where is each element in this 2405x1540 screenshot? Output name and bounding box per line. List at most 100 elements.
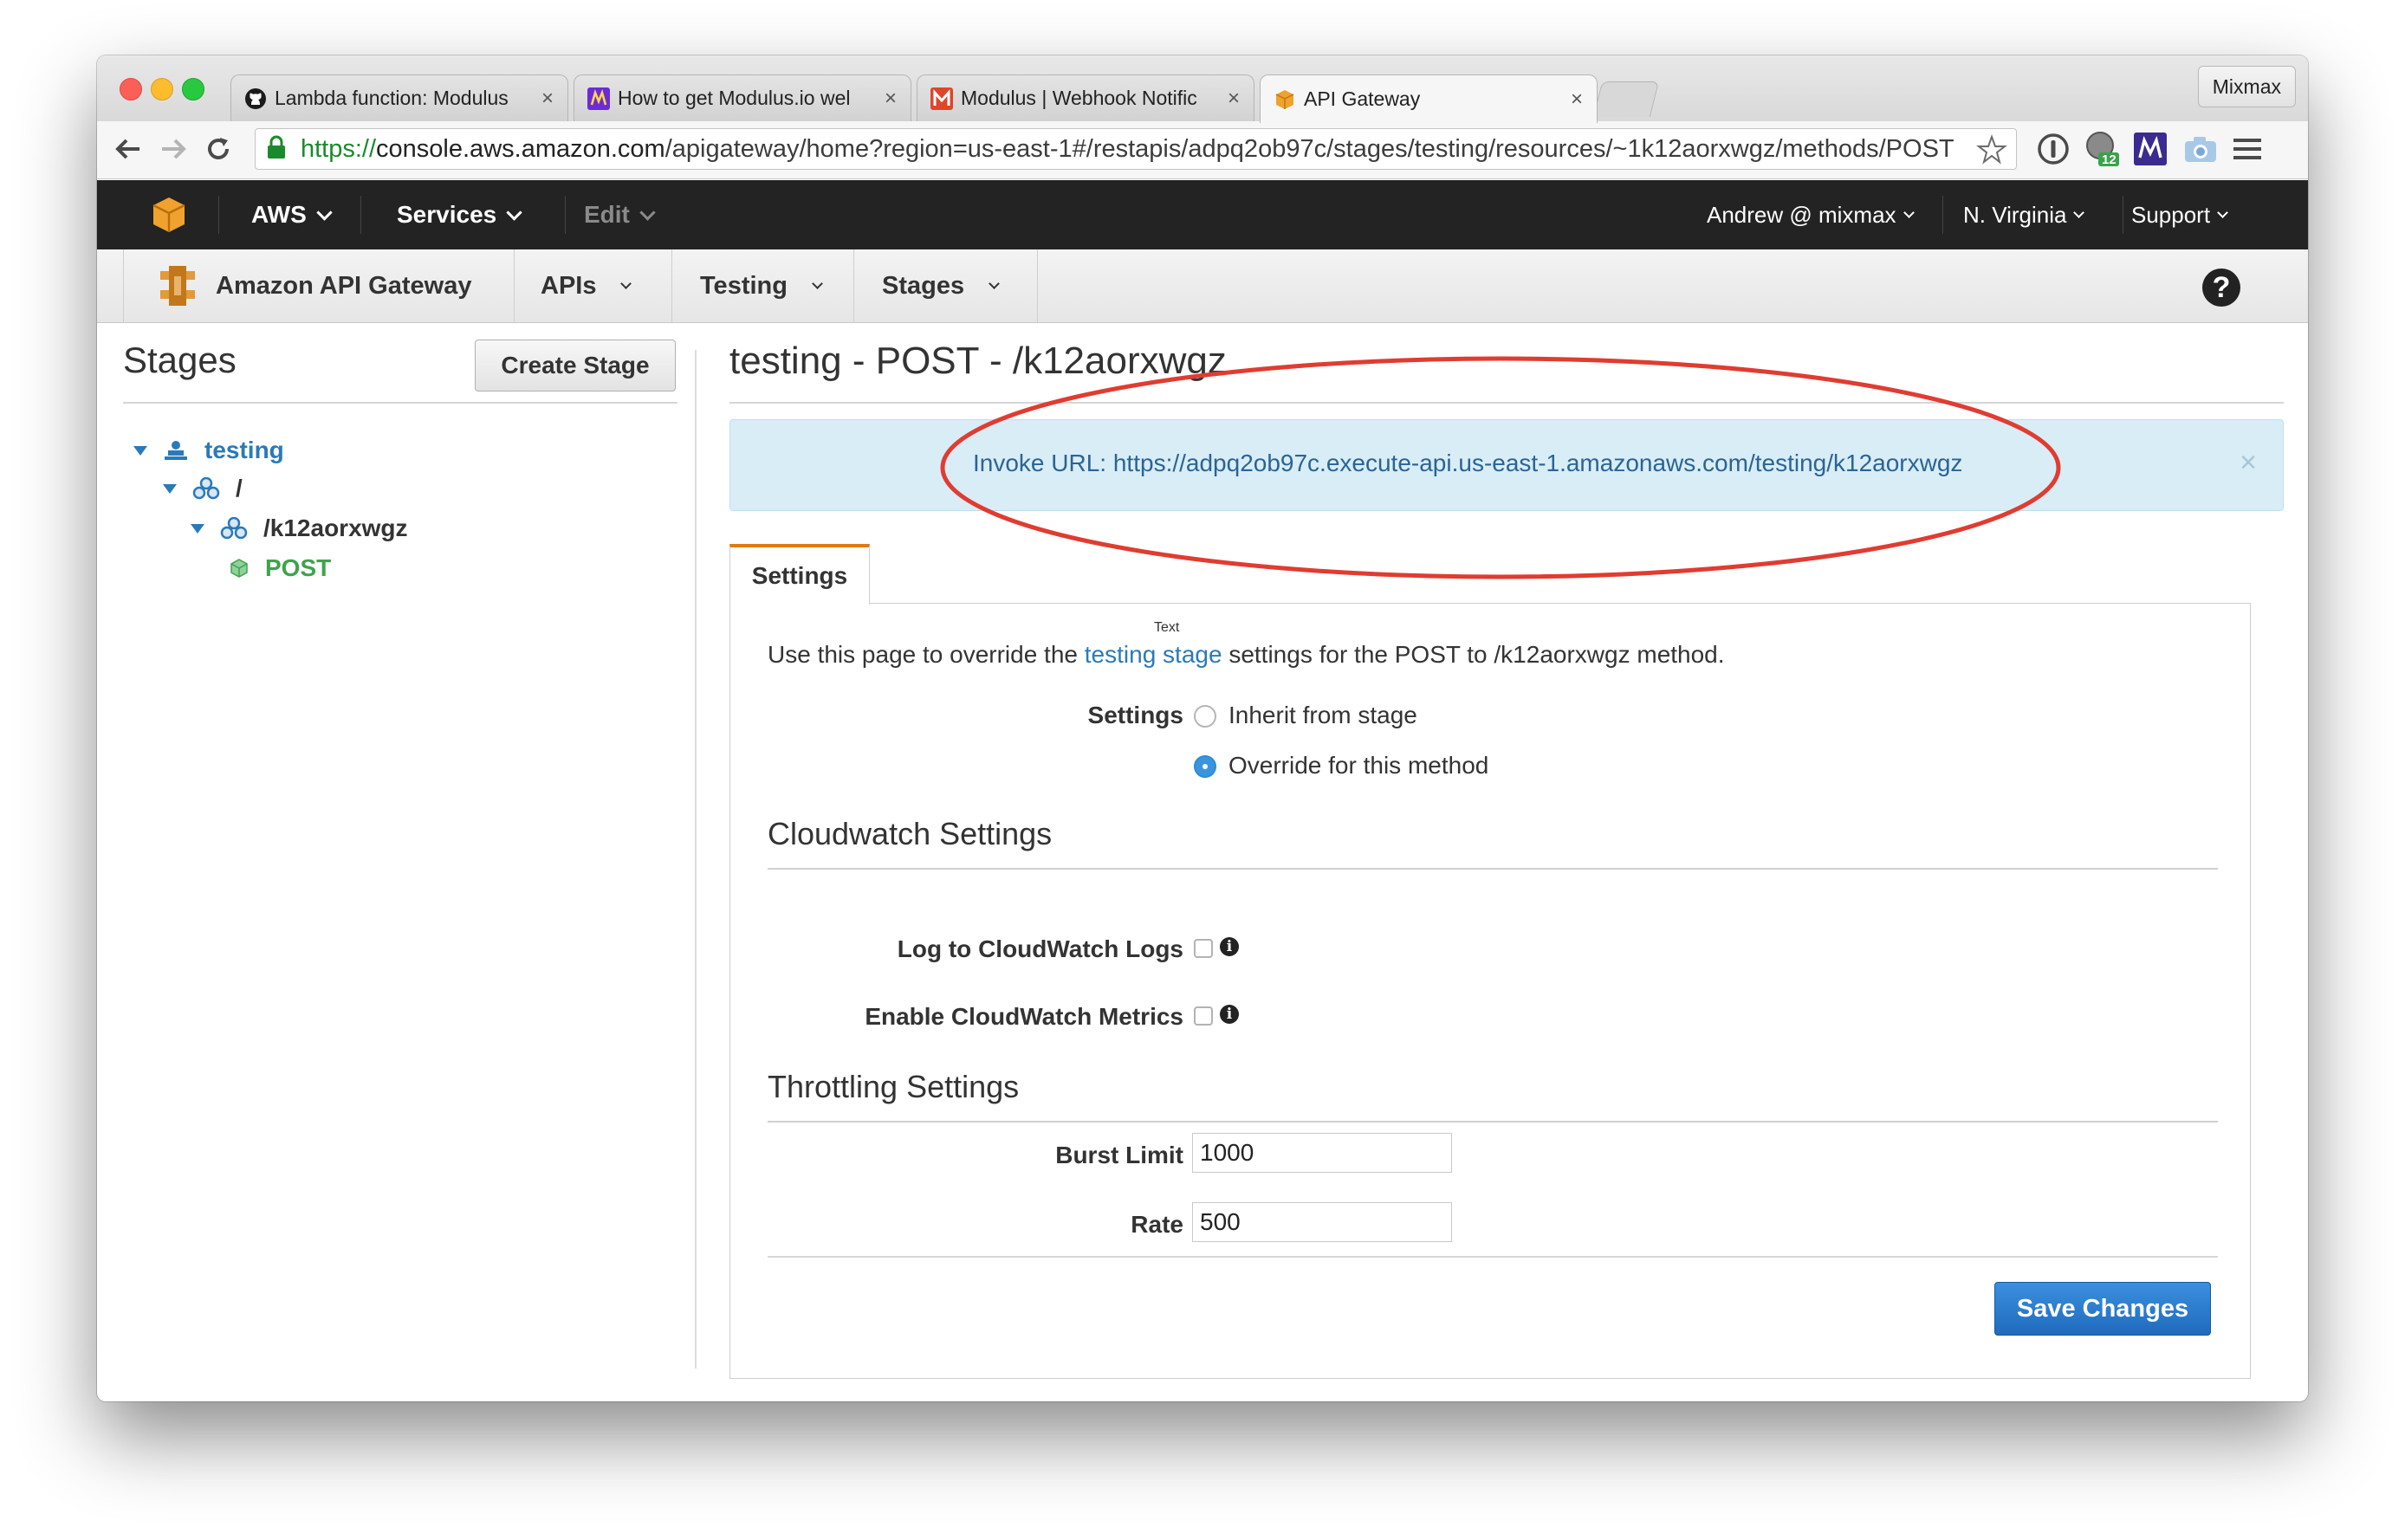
service-name: Amazon API Gateway <box>216 271 472 300</box>
close-tab-icon[interactable]: × <box>1228 87 1240 111</box>
chevron-down-icon <box>2217 206 2228 218</box>
zoom-window-button[interactable] <box>182 78 204 100</box>
close-icon[interactable]: × <box>2240 446 2257 480</box>
log-cloudwatch-checkbox[interactable] <box>1194 939 1213 958</box>
description-text: Use this page to override the <box>768 641 1085 668</box>
browser-tab-mixmax[interactable]: How to get Modulus.io wel × <box>574 74 911 121</box>
chevron-down-icon <box>620 277 632 289</box>
browser-tab-api-gateway[interactable]: API Gateway × <box>1260 74 1598 123</box>
tooltip-label: Text <box>1154 620 1180 635</box>
profile-button[interactable]: Mixmax <box>2197 66 2296 107</box>
service-home-link[interactable]: Amazon API Gateway <box>123 249 515 322</box>
mixmax-extension-icon[interactable] <box>2131 130 2169 168</box>
minimize-window-button[interactable] <box>151 78 173 100</box>
mixmax-icon <box>587 87 611 111</box>
tree-stage-testing[interactable]: testing <box>133 437 284 464</box>
menu-icon[interactable] <box>2228 130 2266 168</box>
extension-globe-icon[interactable]: 12 <box>2083 130 2121 168</box>
pane-splitter[interactable] <box>695 350 697 1369</box>
services-menu[interactable]: Services <box>397 180 522 249</box>
expand-caret-icon[interactable] <box>133 445 147 456</box>
tab-strip: Lambda function: Modulus × How to get Mo… <box>97 55 2308 123</box>
divider <box>768 1256 2218 1258</box>
edit-menu[interactable]: Edit <box>584 180 656 249</box>
url-path: /apigateway/home?region=us-east-1#/resta… <box>664 134 1954 163</box>
back-arrow-icon[interactable] <box>111 132 146 166</box>
help-icon[interactable]: ? <box>2202 269 2240 307</box>
support-menu-label: Support <box>2131 201 2211 228</box>
chevron-down-icon <box>989 277 1000 289</box>
chevron-down-icon <box>506 204 522 221</box>
aws-menu[interactable]: AWS <box>251 180 333 249</box>
aws-logo-icon[interactable] <box>151 180 187 249</box>
apis-menu[interactable]: APIs <box>515 249 672 322</box>
info-icon[interactable]: i <box>1220 1005 1239 1024</box>
testing-menu[interactable]: Testing <box>672 249 854 322</box>
cloudwatch-metrics-checkbox[interactable] <box>1194 1006 1213 1026</box>
chevron-down-icon <box>812 277 823 289</box>
cloudwatch-metrics-label: Enable CloudWatch Metrics <box>865 1003 1183 1030</box>
tab-title: Lambda function: Modulus <box>275 87 509 109</box>
settings-panel <box>729 603 2251 1379</box>
resource-icon <box>192 477 220 500</box>
radio-inherit[interactable] <box>1194 705 1216 728</box>
stages-menu[interactable]: Stages <box>854 249 1038 322</box>
account-menu[interactable]: Andrew @ mixmax <box>1707 180 1915 249</box>
new-tab-button[interactable] <box>1592 81 1660 117</box>
reload-icon[interactable] <box>201 132 236 166</box>
stages-menu-label: Stages <box>882 271 965 300</box>
url-host: console.aws.amazon.com <box>376 134 665 163</box>
region-menu[interactable]: N. Virginia <box>1963 180 2085 249</box>
edit-menu-label: Edit <box>584 201 630 228</box>
camera-extension-icon[interactable] <box>2181 130 2220 168</box>
tree-method-post[interactable]: POST <box>229 554 331 582</box>
forward-arrow-icon[interactable] <box>156 132 191 166</box>
browser-tab-lambda[interactable]: Lambda function: Modulus × <box>230 74 568 121</box>
burst-limit-label: Burst Limit <box>1055 1142 1183 1168</box>
modulus-icon <box>930 87 954 111</box>
password-manager-icon[interactable] <box>2034 130 2072 168</box>
close-tab-icon[interactable]: × <box>1571 87 1583 112</box>
radio-override[interactable] <box>1194 755 1216 778</box>
address-bar[interactable]: https://console.aws.amazon.com/apigatewa… <box>255 128 2017 170</box>
chevron-down-icon <box>639 204 656 221</box>
info-icon[interactable]: i <box>1220 937 1239 956</box>
chevron-down-icon <box>316 204 333 221</box>
tab-title: How to get Modulus.io wel <box>618 87 851 109</box>
apis-menu-label: APIs <box>541 271 597 300</box>
cloudwatch-heading: Cloudwatch Settings <box>768 816 1053 851</box>
browser-tab-modulus[interactable]: Modulus | Webhook Notific × <box>917 74 1254 121</box>
divider <box>768 1121 2218 1123</box>
close-window-button[interactable] <box>120 78 142 100</box>
testing-menu-label: Testing <box>700 271 788 300</box>
tree-stage-label: testing <box>204 437 284 463</box>
browser-window: Lambda function: Modulus × How to get Mo… <box>97 55 2308 1401</box>
github-icon <box>243 87 268 111</box>
tree-method-label: POST <box>265 554 332 581</box>
aws-top-nav: AWS Services Edit Andrew @ mixmax N. Vir… <box>97 180 2308 249</box>
testing-stage-link[interactable]: testing stage <box>1085 641 1222 668</box>
tab-settings[interactable]: Settings <box>729 544 870 605</box>
region-menu-label: N. Virginia <box>1963 201 2067 228</box>
extension-badge: 12 <box>2102 152 2117 167</box>
stage-icon <box>163 439 189 462</box>
url-scheme: https:// <box>301 134 377 163</box>
bookmark-star-icon[interactable] <box>1976 134 2007 170</box>
burst-limit-input[interactable] <box>1192 1133 1452 1173</box>
tree-resource-root[interactable]: / <box>163 475 243 502</box>
save-changes-button[interactable]: Save Changes <box>1994 1282 2211 1336</box>
tab-title: Modulus | Webhook Notific <box>961 87 1197 109</box>
chevron-down-icon <box>1903 206 1915 218</box>
expand-caret-icon[interactable] <box>191 523 204 534</box>
address-url: https://console.aws.amazon.com/apigatewa… <box>301 135 1954 164</box>
close-tab-icon[interactable]: × <box>885 87 897 111</box>
expand-caret-icon[interactable] <box>163 483 177 494</box>
aws-box-icon <box>1273 87 1297 112</box>
rate-input[interactable] <box>1192 1202 1452 1242</box>
settings-description: Use this page to override the testing st… <box>768 641 1725 669</box>
browser-toolbar: https://console.aws.amazon.com/apigatewa… <box>97 121 2308 179</box>
support-menu[interactable]: Support <box>2131 180 2228 249</box>
tree-resource-k12aorxwgz[interactable]: /k12aorxwgz <box>191 514 408 542</box>
create-stage-button[interactable]: Create Stage <box>475 340 676 391</box>
close-tab-icon[interactable]: × <box>541 87 554 111</box>
